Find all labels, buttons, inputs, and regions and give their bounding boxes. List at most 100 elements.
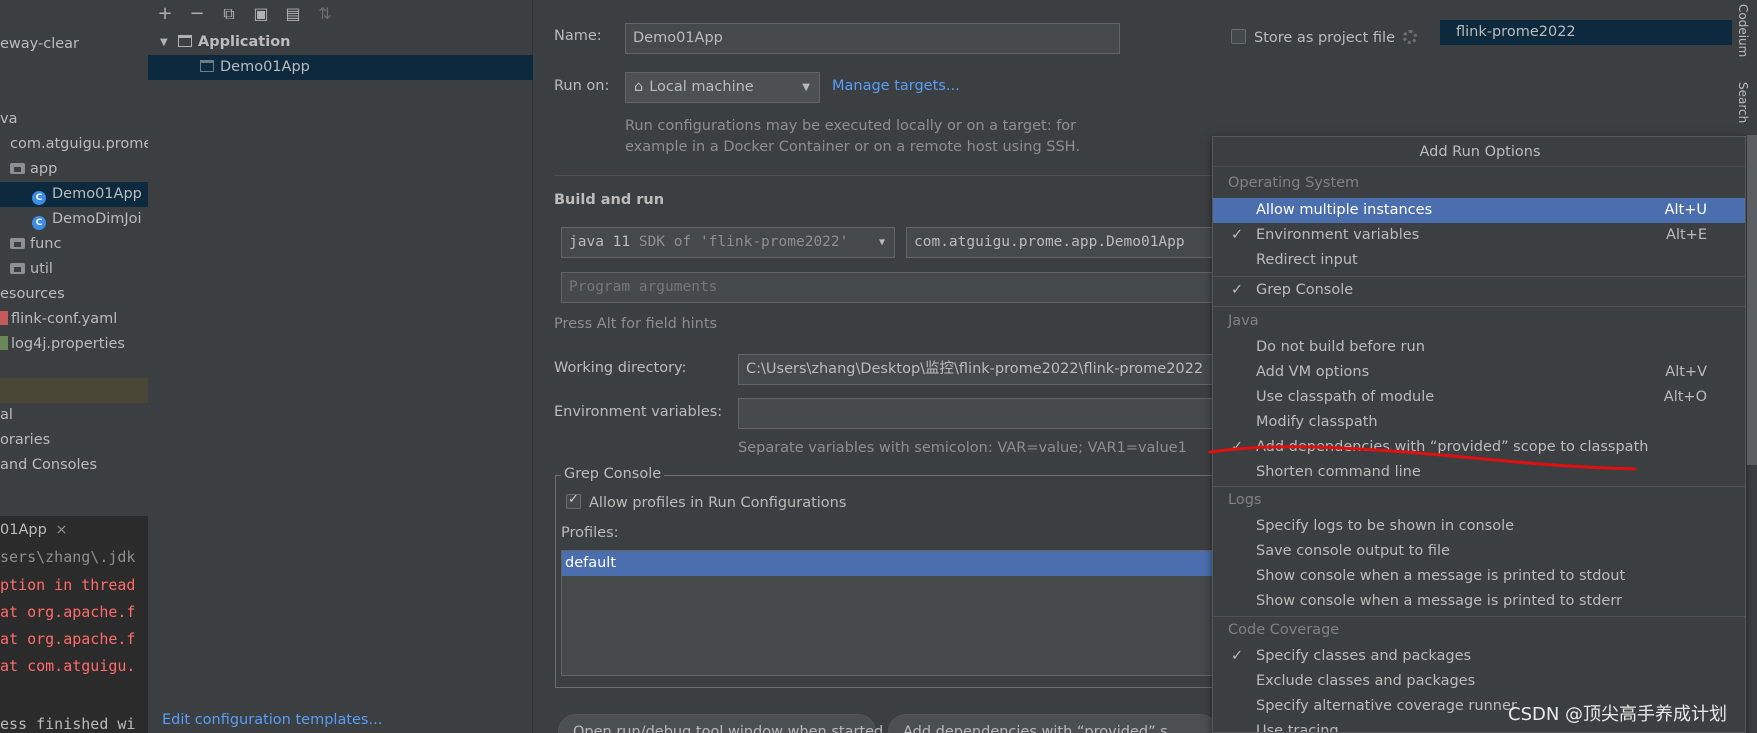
- project-item[interactable]: app: [10, 157, 57, 182]
- name-label: Name:: [554, 28, 602, 44]
- project-item-label: eway-clear: [0, 36, 79, 52]
- chevron-down-icon[interactable]: ▼: [160, 30, 168, 55]
- console-line: at org.apache.f: [0, 630, 135, 648]
- store-project-checkbox[interactable]: [1231, 29, 1246, 44]
- menu-item-environment-variables[interactable]: ✓ Environment variables Alt+E: [1213, 223, 1745, 248]
- console-line: ess finished wi: [0, 715, 135, 733]
- menu-item-add-vm-options[interactable]: Add VM options Alt+V: [1213, 360, 1745, 385]
- console-line-text: at com.atguigu.: [0, 657, 136, 675]
- allow-profiles-checkbox[interactable]: [566, 492, 581, 509]
- name-input[interactable]: Demo01App: [625, 23, 1120, 54]
- console-line-text: ess finished wi: [0, 715, 136, 733]
- popup-title: Add Run Options: [1213, 137, 1745, 167]
- project-item-label: Demo01App: [52, 186, 142, 202]
- console-line-text: sers\zhang\.jdk: [0, 548, 136, 566]
- console-line-text: at org.apache.f: [0, 630, 136, 648]
- add-icon[interactable]: +: [156, 5, 174, 23]
- allow-profiles-label: Allow profiles in Run Configurations: [589, 495, 847, 511]
- menu-item-modify-classpath[interactable]: Modify classpath: [1213, 410, 1745, 435]
- copy-icon[interactable]: ⧉: [220, 5, 238, 23]
- edit-templates-link[interactable]: Edit configuration templates...: [162, 712, 382, 728]
- environment-variables-input[interactable]: [738, 398, 1216, 429]
- project-item[interactable]: log4j.properties: [0, 332, 125, 357]
- menu-separator: [1213, 486, 1745, 487]
- menu-item-allow-multiple-instances[interactable]: Allow multiple instances Alt+U: [1213, 198, 1745, 223]
- search-tab[interactable]: Search: [1736, 82, 1750, 123]
- project-item-label: log4j.properties: [11, 336, 125, 352]
- gear-icon[interactable]: [1403, 30, 1417, 44]
- tree-group-application[interactable]: ▼ Application: [148, 30, 533, 55]
- provided-scope-chip[interactable]: Add dependencies with “provided” s: [888, 714, 1218, 733]
- tree-item-label: Demo01App: [220, 59, 310, 75]
- run-on-value: Local machine: [649, 79, 754, 95]
- project-item[interactable]: func: [10, 232, 61, 257]
- menu-item-grep-console[interactable]: ✓ Grep Console: [1213, 278, 1745, 303]
- project-item-label: com.atguigu.prome: [10, 136, 148, 152]
- project-item[interactable]: oraries: [0, 428, 50, 453]
- project-item-label: and Consoles: [0, 457, 98, 473]
- open-tool-window-chip[interactable]: Open run/debug tool window when started …: [558, 714, 906, 733]
- popup-scrollbar[interactable]: [1747, 135, 1757, 465]
- console-line-text: ption in thread: [0, 576, 136, 594]
- menu-item-exclude-classes[interactable]: Exclude classes and packages: [1213, 669, 1745, 694]
- working-directory-label: Working directory:: [554, 360, 687, 376]
- folder-icon: [10, 163, 25, 174]
- menu-item-label: Redirect input: [1256, 252, 1358, 268]
- project-item-label: func: [30, 236, 62, 252]
- menu-item-do-not-build[interactable]: Do not build before run: [1213, 335, 1745, 360]
- run-on-dropdown[interactable]: ⌂ Local machine ▼: [625, 72, 820, 103]
- sort-icon[interactable]: ⇅: [316, 5, 334, 23]
- main-class-input[interactable]: com.atguigu.prome.app.Demo01App: [906, 227, 1216, 258]
- menu-item-show-console-stdout[interactable]: Show console when a message is printed t…: [1213, 564, 1745, 589]
- project-item[interactable]: com.atguigu.prome: [10, 132, 148, 157]
- folder-icon: [10, 263, 25, 274]
- project-item[interactable]: and Consoles: [0, 453, 97, 478]
- console-tab-label: 01App: [0, 522, 47, 538]
- program-arguments-input[interactable]: Program arguments: [561, 272, 1216, 303]
- sdk-dropdown[interactable]: java 11 SDK of 'flink-prome2022' ▼: [561, 227, 895, 258]
- menu-item-label: Show console when a message is printed t…: [1256, 568, 1626, 584]
- remove-icon[interactable]: −: [188, 5, 206, 23]
- profiles-list[interactable]: default: [561, 550, 1216, 676]
- project-item-selected[interactable]: C Demo01App: [0, 182, 148, 207]
- java-class-icon: C: [32, 216, 46, 230]
- codeium-tab[interactable]: Codeium: [1736, 4, 1750, 57]
- project-item[interactable]: C DemoDimJoi: [32, 207, 142, 232]
- menu-item-use-classpath-of-module[interactable]: Use classpath of module Alt+O: [1213, 385, 1745, 410]
- menu-item-specify-classes[interactable]: ✓ Specify classes and packages: [1213, 644, 1745, 669]
- project-item[interactable]: flink-conf.yaml: [0, 307, 117, 332]
- project-item-label: va: [0, 111, 18, 127]
- project-item[interactable]: al: [0, 403, 13, 428]
- menu-item-save-console-output[interactable]: Save console output to file: [1213, 539, 1745, 564]
- menu-item-show-console-stderr[interactable]: Show console when a message is printed t…: [1213, 589, 1745, 614]
- project-item[interactable]: util: [10, 257, 53, 282]
- project-item[interactable]: esources: [0, 282, 65, 307]
- project-item-label: util: [30, 261, 53, 277]
- run-on-hint: example in a Docker Container or on a re…: [625, 139, 1080, 155]
- tree-group-label: Application: [198, 34, 291, 50]
- store-as-project-file[interactable]: Store as project file: [1231, 29, 1417, 46]
- manage-targets-link[interactable]: Manage targets...: [832, 78, 960, 94]
- group-header: Code Coverage: [1228, 622, 1340, 638]
- application-icon: [178, 35, 192, 47]
- menu-item-specify-logs[interactable]: Specify logs to be shown in console: [1213, 514, 1745, 539]
- project-root-item[interactable]: flink-prome2022: [1440, 20, 1735, 45]
- project-item[interactable]: va: [0, 107, 17, 132]
- new-folder-icon[interactable]: ▤: [284, 5, 302, 23]
- console-line-text: at org.apache.f: [0, 603, 136, 621]
- working-directory-input[interactable]: C:\Users\zhang\Desktop\监控\flink-prome202…: [738, 354, 1216, 385]
- close-icon[interactable]: ×: [55, 522, 67, 538]
- menu-item-label: Add VM options: [1256, 364, 1370, 380]
- profile-item-selected[interactable]: default: [562, 551, 1215, 576]
- save-icon[interactable]: ▣: [252, 5, 270, 23]
- console-line: at com.atguigu.: [0, 657, 135, 675]
- console-tab[interactable]: 01App ×: [0, 516, 68, 544]
- section-title-build-and-run: Build and run: [554, 192, 665, 208]
- allow-profiles-option[interactable]: Allow profiles in Run Configurations: [566, 492, 847, 511]
- tree-item-demo01app[interactable]: Demo01App: [148, 55, 533, 80]
- menu-item-redirect-input[interactable]: Redirect input: [1213, 248, 1745, 273]
- project-item[interactable]: eway-clear: [0, 32, 79, 57]
- project-item-label: oraries: [0, 432, 51, 448]
- run-config-tree: + − ⧉ ▣ ▤ ⇅ ▼ Application Demo01App: [148, 0, 533, 733]
- environment-variables-label: Environment variables:: [554, 404, 723, 420]
